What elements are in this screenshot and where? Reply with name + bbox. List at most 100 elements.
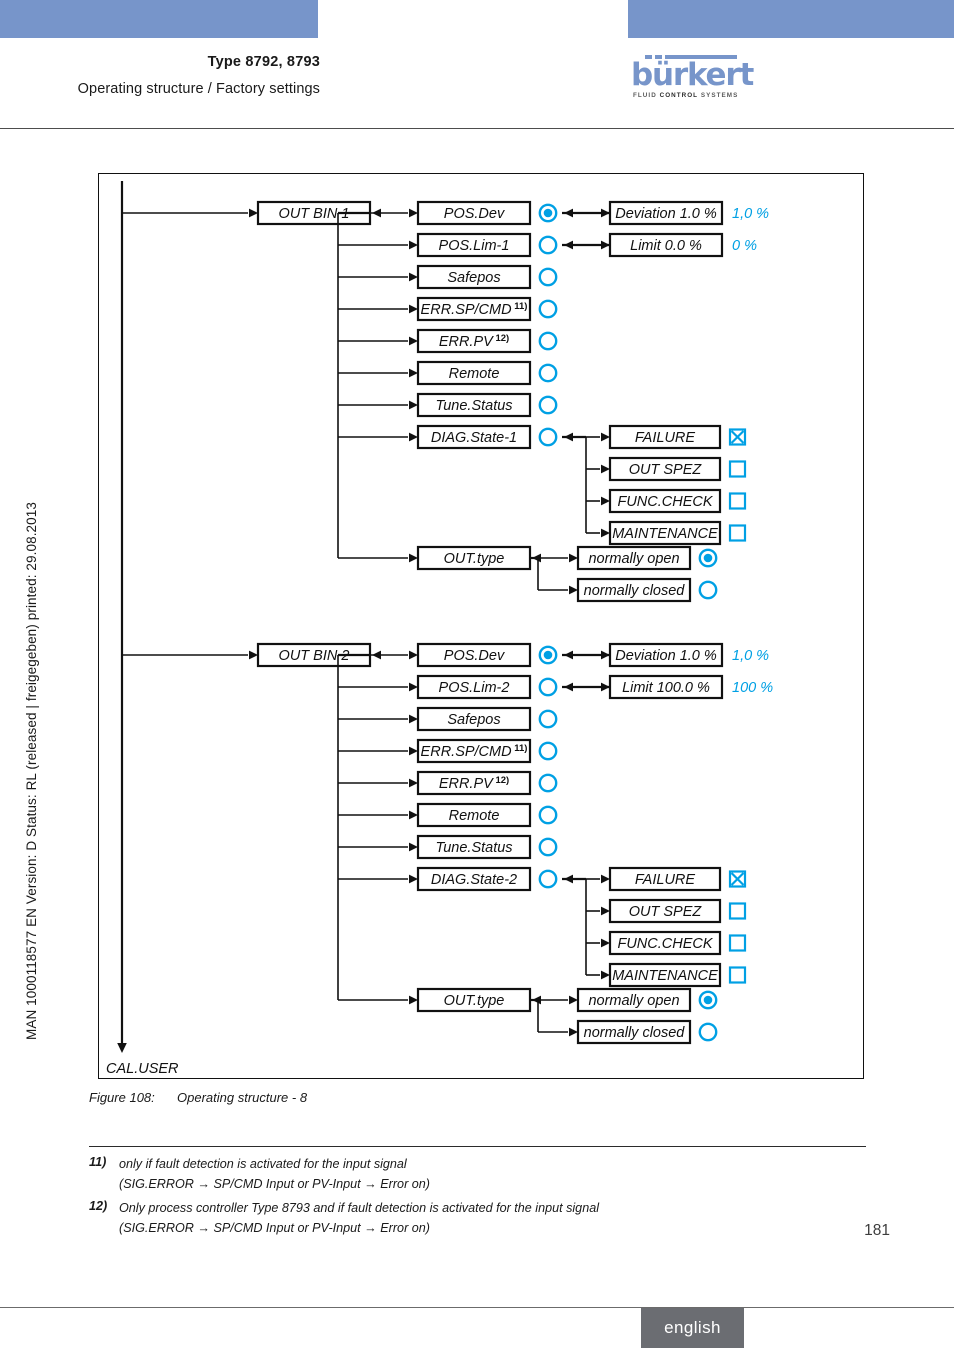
box-label: FUNC.CHECK xyxy=(617,494,713,510)
group-1-diag-option-2-box: OUT SPEZ xyxy=(608,456,722,482)
group-2-diag-option-2-box: OUT SPEZ xyxy=(608,898,722,924)
group-2-outtype-option-2-arrow xyxy=(569,1027,578,1037)
group-2-diag-option-3-box: FUNC.CHECK xyxy=(608,930,722,956)
footnote-11-line1: only if fault detection is activated for… xyxy=(119,1157,407,1171)
box-label: POS.Lim-1 xyxy=(439,238,510,254)
group-1-diag-option-4-checkbox xyxy=(728,524,747,542)
box-label: ERR.SP/CMD 11) xyxy=(421,301,528,319)
box-label: Safepos xyxy=(447,270,500,286)
group-2-row-1-radio-dot xyxy=(543,650,553,660)
operating-structure-diagram: OUT BIN 1 POS.Dev Deviation 1.0 % 1,0 % POS.… xyxy=(106,181,773,1077)
footnote-12-line2: (SIG.ERROR → SP/CMD Input or PV-Input → … xyxy=(119,1220,430,1235)
group-2-row-2-box: POS.Lim-2 xyxy=(416,674,532,700)
group-2-row-2-value-box: Limit 100.0 % xyxy=(608,674,724,700)
group-1-row-2-radio xyxy=(538,235,558,255)
box-label: OUT.type xyxy=(444,993,505,1009)
group-1-row-1-radio-dot xyxy=(543,208,553,218)
box-label: normally open xyxy=(588,993,679,1009)
box-label: Limit 0.0 % xyxy=(630,238,702,254)
group-1-row-4-box: ERR.SP/CMD 11) xyxy=(416,296,532,322)
box-label: FAILURE xyxy=(635,430,695,446)
group-2-row-1-box: POS.Dev xyxy=(416,642,532,668)
group-2-row-3-box: Safepos xyxy=(416,706,532,732)
group-2-row-1-arrow xyxy=(409,650,418,660)
group-1-row-8-box: DIAG.State-1 xyxy=(416,424,532,450)
box-label: Remote xyxy=(449,366,500,382)
group-2-row-2-factory-value: 100 % xyxy=(732,680,773,696)
group-2-row-2-value-backarrow xyxy=(564,682,573,692)
group-1-diag-option-3-arrow xyxy=(601,496,610,506)
group-2-outtype-option-1-arrow xyxy=(569,995,578,1005)
header-accent-bar-right xyxy=(628,0,954,38)
document-subtitle: Operating structure / Factory settings xyxy=(77,81,320,97)
figure-caption-number: Figure 108: xyxy=(89,1090,155,1105)
group-2-diag-option-1-arrow xyxy=(601,874,610,884)
logo-wordmark: bürkert xyxy=(631,57,754,93)
group-1-row-1-arrow xyxy=(409,208,418,218)
group-2-outtype-option-1-box: normally open xyxy=(576,987,692,1013)
group-1-row-8-arrow xyxy=(409,432,418,442)
group-2-row-3-arrow xyxy=(409,714,418,724)
group-1-diag-option-1-arrow xyxy=(601,432,610,442)
group-2-diag-backarrow xyxy=(564,874,573,884)
group-1-row-2-value-backarrow xyxy=(564,240,573,250)
box-label: OUT BIN 1 xyxy=(279,206,350,222)
logo-tagline: FLUID CONTROL SYSTEMS xyxy=(633,92,741,99)
group-2-row-6-box: Remote xyxy=(416,802,532,828)
group-2-diag-option-2-checkbox xyxy=(728,902,747,920)
group-1-outtype-option-2-radio xyxy=(698,580,718,600)
group-1-row-4-arrow xyxy=(409,304,418,314)
document-revision-sidenote: MAN 1000118577 EN Version: D Status: RL … xyxy=(24,502,39,1040)
group-1-row-2-box: POS.Lim-1 xyxy=(416,232,532,258)
group-2-root-arrow xyxy=(249,650,258,660)
logo-tagline-a: FLUID xyxy=(633,92,660,100)
footer-divider xyxy=(0,1307,954,1308)
group-1-row-1-value-backarrow xyxy=(564,208,573,218)
box-label: MAINTENANCE xyxy=(612,968,718,984)
group-1-diag-option-1-box: FAILURE xyxy=(608,424,722,450)
logo-tagline-c: SYSTEMS xyxy=(698,92,739,100)
box-label: OUT BIN 2 xyxy=(279,648,350,664)
box-label: Safepos xyxy=(447,712,500,728)
footnote-12: 12) Only process controller Type 8793 an… xyxy=(89,1199,909,1238)
language-label: english xyxy=(664,1318,721,1337)
group-2-diag-option-1-box: FAILURE xyxy=(608,866,722,892)
group-2-outtype-arrow xyxy=(409,995,418,1005)
box-label: POS.Dev xyxy=(444,648,505,664)
cal-user-label: CAL.USER xyxy=(106,1061,179,1077)
document-type-title: Type 8792, 8793 xyxy=(207,54,320,70)
group-2-row-8-radio xyxy=(538,869,558,889)
box-label: OUT.type xyxy=(444,551,505,567)
group-2-row-5-arrow xyxy=(409,778,418,788)
group-1-row-5-radio xyxy=(538,331,558,351)
box-label: MAINTENANCE xyxy=(612,526,718,542)
box-label: DIAG.State-2 xyxy=(431,872,517,888)
group-1-row-1-value-box: Deviation 1.0 % xyxy=(608,200,724,226)
group-2-diag-option-4-box: MAINTENANCE xyxy=(608,962,722,988)
box-label: normally closed xyxy=(584,1025,686,1041)
group-1-diag-option-3-checkbox xyxy=(728,492,747,510)
group-1-row-3-arrow xyxy=(409,272,418,282)
group-2-row-6-radio xyxy=(538,805,558,825)
group-1-diag-option-4-arrow xyxy=(601,528,610,538)
group-2-row-6-arrow xyxy=(409,810,418,820)
group-1-row-7-box: Tune.Status xyxy=(416,392,532,418)
footnote-divider xyxy=(89,1146,866,1147)
group-2-diag-option-4-arrow xyxy=(601,970,610,980)
group-2-row-3-radio xyxy=(538,709,558,729)
group-2-row-7-radio xyxy=(538,837,558,857)
group-2-row-7-arrow xyxy=(409,842,418,852)
group-1-row-6-arrow xyxy=(409,368,418,378)
box-label: Tune.Status xyxy=(435,840,512,856)
box-label: FUNC.CHECK xyxy=(617,936,713,952)
box-label: FAILURE xyxy=(635,872,695,888)
group-1-diag-option-2-arrow xyxy=(601,464,610,474)
group-1-outtype-option-1-radio-dot xyxy=(703,553,713,563)
group-1-outtype-arrow xyxy=(409,553,418,563)
group-1-row-2-value-arrow xyxy=(601,240,610,250)
group-2-row-1-value-box: Deviation 1.0 % xyxy=(608,642,724,668)
group-2-diag-option-3-checkbox xyxy=(728,934,747,952)
footnote-12-marker: 12) xyxy=(89,1199,108,1213)
footnote-11: 11) only if fault detection is activated… xyxy=(89,1155,869,1194)
group-1-row-2-value-box: Limit 0.0 % xyxy=(608,232,724,258)
